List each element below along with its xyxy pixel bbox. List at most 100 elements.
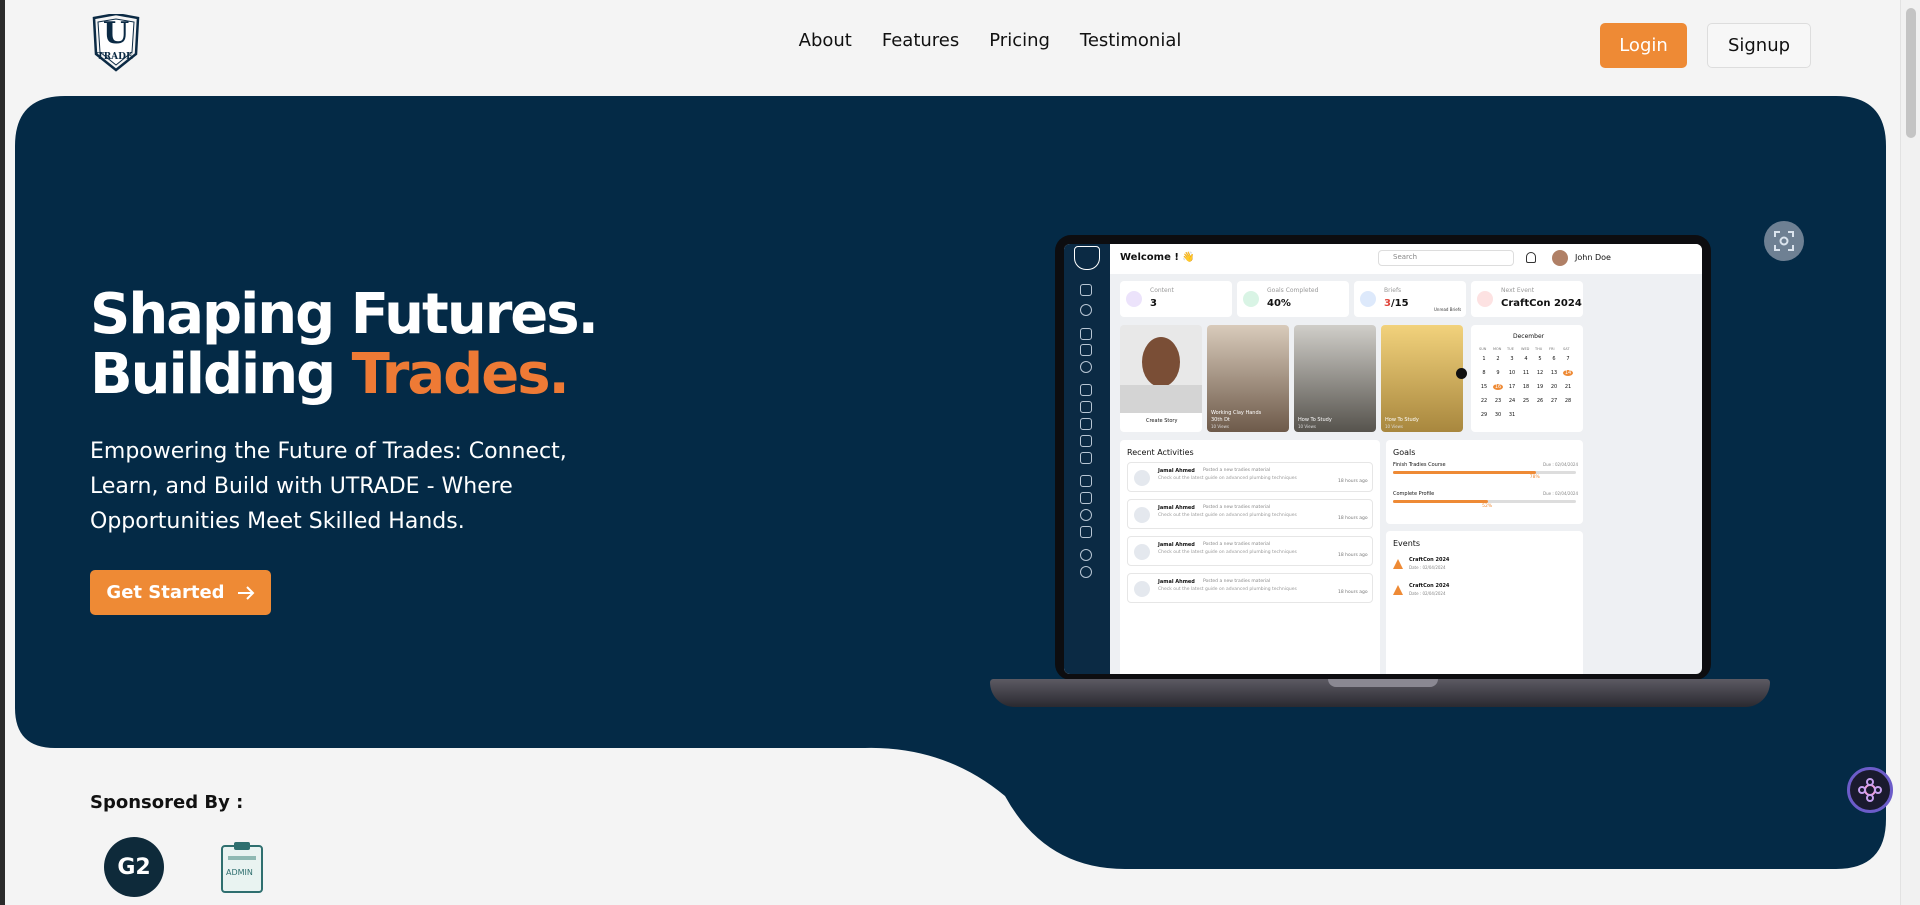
signup-button[interactable]: Signup — [1707, 23, 1811, 68]
calendar-date[interactable]: 9 — [1493, 370, 1503, 376]
stat-card-event: Next Event CraftCon 2024 — [1471, 281, 1583, 317]
stories-next-icon[interactable] — [1456, 368, 1467, 379]
unread-briefs-tag: Unread Briefs — [1434, 307, 1462, 312]
calendar-day-header: MON — [1493, 347, 1502, 351]
login-button[interactable]: Login — [1600, 23, 1687, 68]
activity-item[interactable]: Jamal Ahmed Posted a new tradies materia… — [1127, 499, 1373, 529]
g2-logo[interactable]: G2 — [104, 837, 164, 897]
send-icon[interactable] — [1080, 384, 1092, 396]
target-icon[interactable] — [1080, 361, 1092, 373]
calendar-date[interactable]: 17 — [1507, 384, 1517, 390]
nav-features[interactable]: Features — [882, 30, 959, 51]
content-icon — [1126, 291, 1142, 307]
story-views: 10 Views — [1298, 424, 1316, 429]
network-icon[interactable] — [1080, 435, 1092, 447]
story-create[interactable]: Create Story — [1120, 325, 1202, 432]
get-started-button[interactable]: Get Started — [90, 570, 271, 615]
arrow-right-icon — [237, 585, 254, 600]
goal-item: Finish Tradies Course Due : 02/04/2024 7… — [1393, 462, 1578, 488]
screenshot-scan-icon[interactable] — [1764, 221, 1804, 261]
nav-testimonial[interactable]: Testimonial — [1080, 30, 1181, 51]
nav-pricing[interactable]: Pricing — [989, 30, 1050, 51]
activity-item[interactable]: Jamal Ahmed Posted a new tradies materia… — [1127, 573, 1373, 603]
calendar-date[interactable]: 2 — [1493, 356, 1503, 362]
briefcase-icon[interactable] — [1080, 475, 1092, 487]
calendar-date[interactable]: 30 — [1493, 412, 1503, 418]
calendar-date[interactable]: 4 — [1521, 356, 1531, 362]
user-icon[interactable] — [1080, 304, 1092, 316]
event-item[interactable]: CraftCon 2024 Date : 02/04/2024 — [1393, 555, 1576, 575]
nav-about[interactable]: About — [799, 30, 852, 51]
calendar-date[interactable]: 5 — [1535, 356, 1545, 362]
user-name[interactable]: John Doe — [1575, 253, 1611, 262]
stat-card-briefs: Briefs 3 /15 Unread Briefs — [1354, 281, 1466, 317]
event-item[interactable]: CraftCon 2024 Date : 02/04/2024 — [1393, 581, 1576, 601]
calendar-date[interactable]: 24 — [1507, 398, 1517, 404]
calendar-icon — [1477, 291, 1493, 307]
calendar-date[interactable]: 31 — [1507, 412, 1517, 418]
assistant-bubble-icon[interactable] — [1847, 767, 1893, 813]
book-icon[interactable] — [1080, 344, 1092, 356]
story-card[interactable]: How To Study 10 Views — [1294, 325, 1376, 432]
calendar-date[interactable]: 19 — [1535, 384, 1545, 390]
calendar-date[interactable]: 20 — [1549, 384, 1559, 390]
calendar-date[interactable]: 22 — [1479, 398, 1489, 404]
video-icon[interactable] — [1080, 328, 1092, 340]
page-scrollbar[interactable] — [1900, 0, 1920, 905]
dashboard-sidebar — [1064, 244, 1110, 674]
scrollbar-thumb[interactable] — [1906, 8, 1916, 138]
activity-item[interactable]: Jamal Ahmed Posted a new tradies materia… — [1127, 536, 1373, 566]
calendar-day-header: FRI — [1549, 347, 1555, 351]
avatar[interactable] — [1552, 250, 1568, 266]
calendar-date[interactable]: 6 — [1549, 356, 1559, 362]
calendar-date[interactable]: 16 — [1493, 384, 1503, 390]
stat-label: Next Event — [1501, 287, 1535, 294]
calendar-date[interactable]: 26 — [1535, 398, 1545, 404]
monitor-icon[interactable] — [1080, 452, 1092, 464]
calendar-date[interactable]: 3 — [1507, 356, 1517, 362]
dashboard-topbar: Welcome ! 👋 Search John Doe — [1110, 244, 1702, 274]
activity-time: 18 hours ago — [1338, 553, 1368, 558]
goal-progress-track — [1393, 500, 1576, 503]
calendar-date[interactable]: 18 — [1521, 384, 1531, 390]
calendar-date[interactable]: 10 — [1507, 370, 1517, 376]
calendar-date[interactable]: 14 — [1563, 370, 1573, 376]
settings-icon[interactable] — [1080, 549, 1092, 561]
document-icon[interactable] — [1080, 526, 1092, 538]
activity-name: Jamal Ahmed — [1158, 505, 1195, 511]
activity-name: Jamal Ahmed — [1158, 542, 1195, 548]
dashboard-search[interactable]: Search — [1378, 250, 1514, 266]
calendar-date[interactable]: 8 — [1479, 370, 1489, 376]
calendar-date[interactable]: 21 — [1563, 384, 1573, 390]
grid-icon[interactable] — [1080, 284, 1092, 296]
calendar-date[interactable]: 25 — [1521, 398, 1531, 404]
story-card[interactable]: How To Study 10 Views — [1381, 325, 1463, 432]
laptop-notch — [1328, 679, 1438, 687]
activity-time: 18 hours ago — [1338, 590, 1368, 595]
calendar-day-header: THU — [1535, 347, 1543, 351]
calendar-date[interactable]: 7 — [1563, 356, 1573, 362]
calendar-date[interactable]: 28 — [1563, 398, 1573, 404]
stat-card-goals: Goals Completed 40% — [1237, 281, 1349, 317]
calendar-date[interactable]: 13 — [1549, 370, 1559, 376]
clipboard-logo[interactable]: ADMIN — [220, 840, 264, 894]
story-card[interactable]: Working Clay Hands 30th Dt 10 Views — [1207, 325, 1289, 432]
event-date: Date : 02/04/2024 — [1409, 565, 1446, 570]
story-views: 10 Views — [1385, 424, 1403, 429]
calendar-date[interactable]: 15 — [1479, 384, 1489, 390]
goals-card: Goals Finish Tradies Course Due : 02/04/… — [1386, 440, 1583, 524]
pen-icon[interactable] — [1080, 418, 1092, 430]
table-icon[interactable] — [1080, 492, 1092, 504]
calendar-date[interactable]: 27 — [1549, 398, 1559, 404]
bell-icon[interactable] — [1526, 252, 1536, 263]
calendar-date[interactable]: 12 — [1535, 370, 1545, 376]
calendar-date[interactable]: 23 — [1493, 398, 1503, 404]
goal-percent: 78% — [1529, 475, 1540, 480]
calendar-date[interactable]: 29 — [1479, 412, 1489, 418]
calendar-date[interactable]: 11 — [1521, 370, 1531, 376]
calendar-date[interactable]: 1 — [1479, 356, 1489, 362]
activity-item[interactable]: Jamal Ahmed Posted a new tradies materia… — [1127, 462, 1373, 492]
chat-icon[interactable] — [1080, 401, 1092, 413]
power-icon[interactable] — [1080, 566, 1092, 578]
dollar-icon[interactable] — [1080, 509, 1092, 521]
